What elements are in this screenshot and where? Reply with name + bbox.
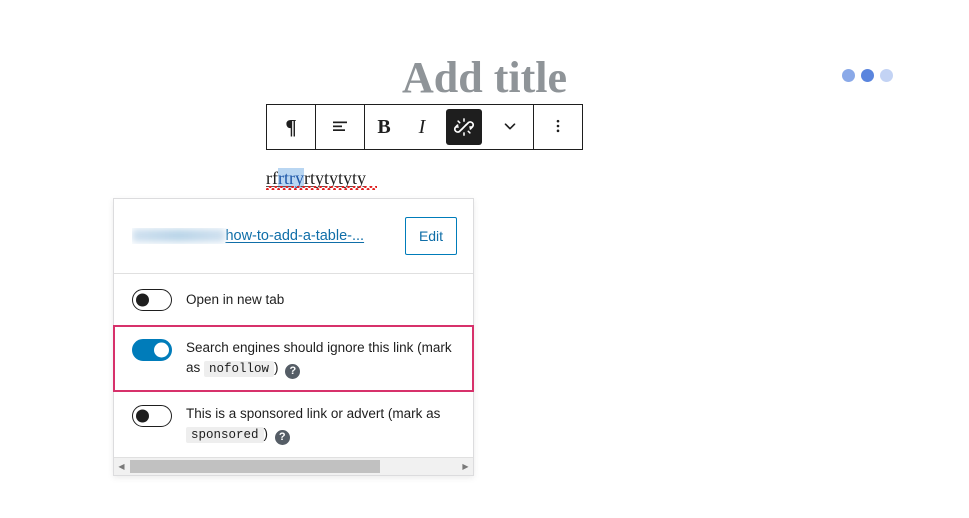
toolbar-group-format: B I — [365, 105, 533, 149]
setting-row-open-in-new-tab: Open in new tab — [114, 274, 473, 326]
link-settings-list: Open in new tab Search engines should ig… — [113, 273, 474, 457]
toggle-knob — [136, 293, 149, 307]
scroll-left-arrow-icon[interactable]: ◀ — [114, 458, 129, 475]
chevron-down-icon — [501, 117, 519, 138]
setting-label-sponsored-prefix: This is a sponsored link or advert (mark… — [186, 406, 441, 422]
setting-row-sponsored: This is a sponsored link or advert (mark… — [114, 392, 473, 457]
setting-label-open-in-new-tab: Open in new tab — [186, 291, 285, 307]
paragraph-block-icon[interactable]: ¶ — [267, 105, 315, 149]
setting-label-sponsored: This is a sponsored link or advert (mark… — [186, 404, 459, 446]
vertical-ellipsis-icon — [549, 117, 567, 138]
code-chip-sponsored: sponsored — [186, 426, 264, 443]
more-options-button[interactable] — [534, 105, 582, 149]
toggle-sponsored[interactable] — [132, 405, 172, 428]
link-url-redacted-domain: xxxxxxxx.com/ — [132, 229, 226, 242]
bold-button[interactable]: B — [365, 105, 403, 149]
scrollbar-thumb[interactable] — [130, 460, 381, 474]
align-left-button[interactable] — [316, 105, 364, 149]
setting-label-sponsored-suffix: ) — [263, 425, 269, 441]
help-icon-sponsored[interactable]: ? — [274, 430, 290, 446]
help-icon-nofollow[interactable]: ? — [285, 364, 301, 380]
toggle-nofollow[interactable] — [132, 339, 172, 361]
setting-label-nofollow: Search engines should ignore this link (… — [186, 338, 459, 380]
toolbar-group-block-type: ¶ — [267, 105, 315, 149]
toolbar-group-align — [316, 105, 364, 149]
link-url[interactable]: xxxxxxxx.com/how-to-add-a-table-... — [132, 228, 395, 244]
link-button[interactable] — [441, 105, 487, 149]
bold-icon: B — [377, 116, 391, 138]
italic-button[interactable]: I — [403, 105, 441, 149]
toggle-open-in-new-tab[interactable] — [132, 289, 172, 311]
italic-icon: I — [418, 116, 426, 138]
setting-row-nofollow: Search engines should ignore this link (… — [113, 325, 474, 393]
unlink-icon — [446, 109, 482, 145]
post-title-placeholder[interactable]: Add title — [0, 54, 969, 101]
spellcheck-underline — [266, 186, 377, 190]
toolbar-group-more — [534, 105, 582, 149]
paragraph-text-after: rtytytyty — [304, 168, 366, 188]
toggle-knob — [136, 409, 149, 423]
link-options-dropdown-button[interactable] — [487, 105, 533, 149]
pilcrow-icon: ¶ — [285, 114, 297, 139]
align-left-icon — [330, 116, 350, 139]
paragraph-text-selected: rtry — [278, 168, 304, 188]
code-chip-nofollow: nofollow — [204, 360, 275, 377]
block-toolbar: ¶ B I — [266, 104, 583, 150]
setting-label-nofollow-suffix: ) — [274, 359, 279, 375]
link-settings-popover: xxxxxxxx.com/how-to-add-a-table-... Edit… — [113, 198, 474, 477]
popover-horizontal-scrollbar[interactable]: ◀ ▶ — [114, 457, 473, 476]
link-url-row: xxxxxxxx.com/how-to-add-a-table-... Edit — [114, 199, 473, 273]
scrollbar-track[interactable] — [129, 458, 458, 476]
edit-link-button[interactable]: Edit — [405, 217, 457, 255]
paragraph-text-before: rf — [266, 168, 278, 188]
scroll-right-arrow-icon[interactable]: ▶ — [458, 458, 473, 475]
toggle-knob — [154, 342, 169, 358]
link-url-path: how-to-add-a-table-... — [225, 228, 365, 244]
